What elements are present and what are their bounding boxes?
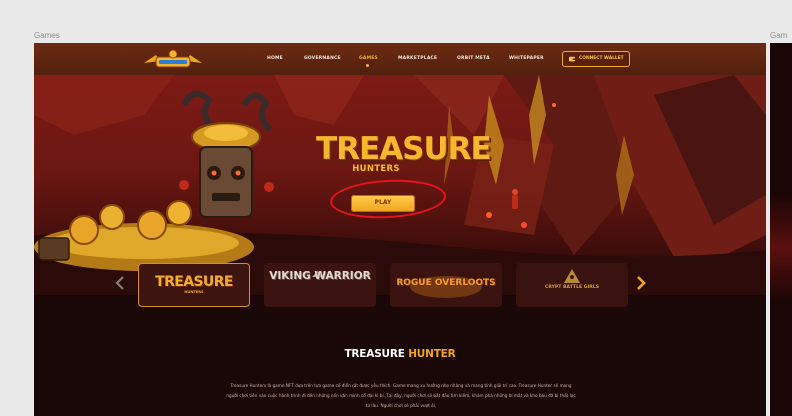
carousel-next-chevron-icon[interactable] xyxy=(636,275,646,291)
game-card-title: CRYPT BATTLE GIRLS xyxy=(544,285,600,290)
play-button[interactable]: PLAY xyxy=(351,195,415,212)
section-title: TREASURE HUNTER xyxy=(300,348,500,360)
nav-link-governance[interactable]: GOVERNANCE xyxy=(304,56,341,61)
section-title-accent: HUNTER xyxy=(408,348,456,360)
nav-link-home[interactable]: HOME xyxy=(267,56,283,61)
connect-wallet-label: CONNECT WALLET xyxy=(579,56,624,61)
wallet-icon xyxy=(569,56,575,62)
logo-emblem-icon xyxy=(144,49,202,68)
active-nav-indicator xyxy=(366,64,369,67)
game-description: Treasure Hunters là game NFT dựa trên tự… xyxy=(226,383,576,408)
game-card-subtitle: HUNTERS xyxy=(184,290,204,294)
frame-label-games: Games xyxy=(34,31,60,40)
games-page-frame: HOME GOVERNANCE GAMES MARKETPLACE ORBIT … xyxy=(34,43,766,416)
game-card-title: VIKING WARRIOR xyxy=(269,270,371,282)
next-frame-preview xyxy=(770,43,792,416)
nav-link-games[interactable]: GAMES xyxy=(359,56,378,61)
game-card-title: ROGUE OVERLOOTS xyxy=(396,278,496,288)
nav-link-orbit-meta[interactable]: ORBIT META xyxy=(457,56,490,61)
game-card-treasure-hunters[interactable]: TREASURE HUNTERS xyxy=(138,263,250,307)
top-navbar: HOME GOVERNANCE GAMES MARKETPLACE ORBIT … xyxy=(34,43,766,75)
game-card-rogue-overloots[interactable]: ROGUE OVERLOOTS xyxy=(390,263,502,307)
hero-game-subtitle: HUNTERS xyxy=(352,164,400,174)
hero-game-title: TREASURE xyxy=(316,131,492,167)
game-card-viking-warrior[interactable]: VIKING WARRIOR xyxy=(264,263,376,307)
game-card-title: TREASURE xyxy=(155,274,233,290)
frame-label-next: Gam xyxy=(770,31,788,40)
game-card-crypt-battle-girls[interactable]: CRYPT BATTLE GIRLS xyxy=(516,263,628,307)
carousel-prev-chevron-icon[interactable] xyxy=(115,275,125,291)
hero-banner: TREASURE HUNTERS PLAY xyxy=(34,75,766,295)
section-title-main: TREASURE xyxy=(344,348,405,360)
nav-link-whitepaper[interactable]: WHITEPAPER xyxy=(509,56,544,61)
metaverse-logo[interactable] xyxy=(142,49,204,71)
connect-wallet-button[interactable]: CONNECT WALLET xyxy=(562,51,630,67)
play-button-label: PLAY xyxy=(374,199,392,206)
nav-link-marketplace[interactable]: MARKETPLACE xyxy=(398,56,437,61)
